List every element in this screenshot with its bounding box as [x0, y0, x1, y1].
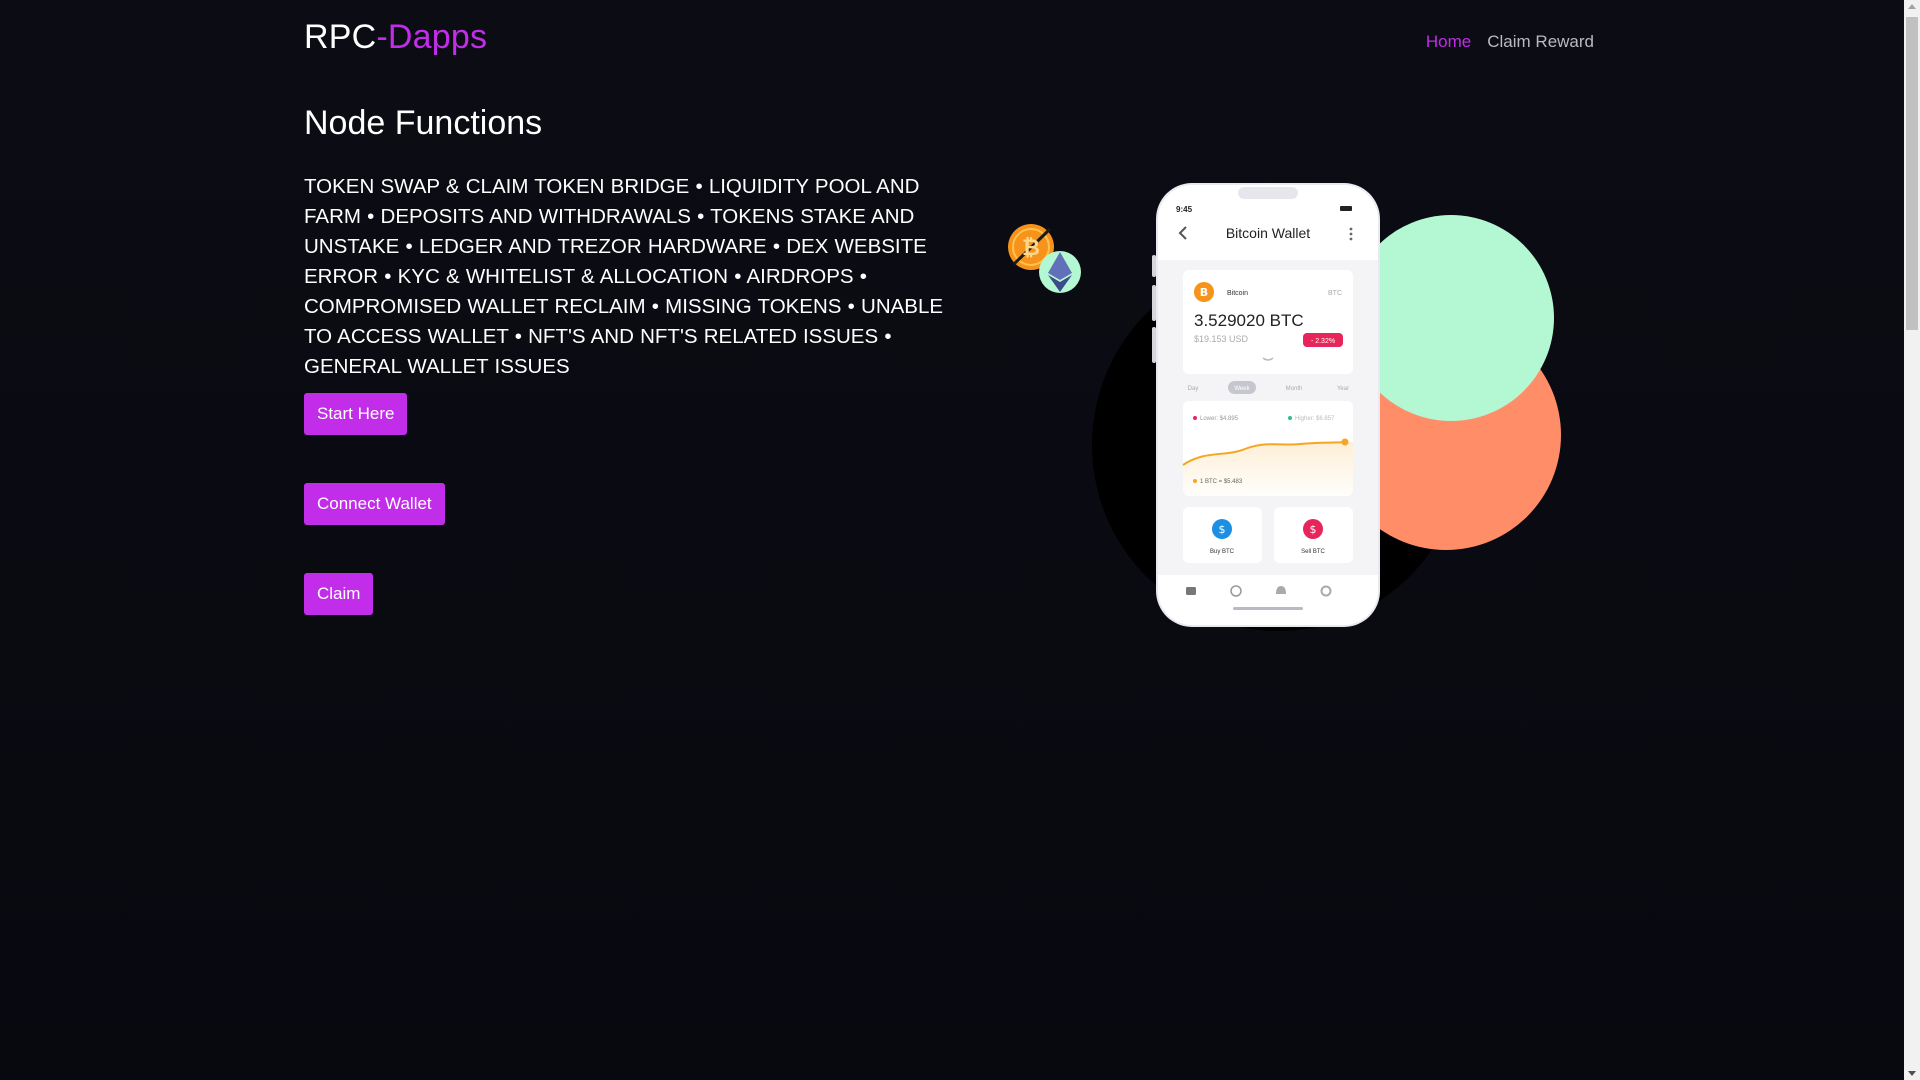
lower-price: Lower: $4.895: [1200, 416, 1239, 422]
higher-price: Higher: $6.857: [1295, 416, 1335, 422]
balance-amount: 3.529020 BTC: [1194, 311, 1304, 330]
nav-link-home[interactable]: Home: [1426, 32, 1471, 52]
nav-link-claim-reward[interactable]: Claim Reward: [1487, 32, 1594, 52]
more-vertical-icon: [1349, 227, 1353, 241]
buy-btc-label: Buy BTC: [1210, 549, 1235, 555]
page: RPC-Dapps Home Claim Reward Node Functio…: [0, 0, 1904, 1080]
start-here-button[interactable]: Start Here: [304, 393, 408, 435]
brand-prefix: RPC: [304, 18, 377, 56]
claim-button[interactable]: Claim: [304, 573, 374, 615]
wallet-illustration: ₿ 9:45 Bitcoin Wallet B Bitcoin BTC 3.52…: [1008, 183, 1561, 631]
period-week: Week: [1234, 386, 1250, 392]
page-title: Node Functions: [304, 104, 543, 142]
connect-wallet-button[interactable]: Connect Wallet: [304, 483, 445, 525]
period-day: Day: [1188, 386, 1199, 392]
navbar: RPC-Dapps Home Claim Reward: [304, 18, 1594, 62]
coin-name: Bitcoin: [1227, 290, 1248, 297]
svg-text:₿: ₿: [1022, 236, 1040, 261]
svg-text:$: $: [1310, 523, 1317, 536]
change-badge: - 2.32%: [1311, 338, 1335, 345]
phone-mockup: 9:45 Bitcoin Wallet B Bitcoin BTC 3.5290…: [1152, 183, 1380, 627]
phone-time: 9:45: [1176, 205, 1193, 214]
scrollbar-thumb[interactable]: [1906, 17, 1918, 330]
scroll-down-arrow-icon[interactable]: [1908, 1071, 1916, 1076]
sell-btc-label: Sell BTC: [1301, 549, 1325, 555]
svg-text:$: $: [1219, 523, 1226, 536]
brand-suffix: -Dapps: [376, 18, 488, 56]
services-description: TOKEN SWAP & CLAIM TOKEN BRIDGE • LIQUID…: [304, 175, 944, 378]
page-scrollbar[interactable]: [1904, 0, 1920, 1080]
coin-ticker: BTC: [1328, 290, 1342, 297]
btc-rate: 1 BTC = $5.483: [1200, 479, 1243, 485]
nav-links: Home Claim Reward: [1426, 32, 1594, 52]
svg-text:B: B: [1200, 286, 1208, 299]
period-month: Month: [1286, 386, 1303, 392]
ethereum-coin-icon: [1039, 251, 1081, 293]
wallet-icon: [1186, 587, 1196, 595]
period-year: Year: [1337, 386, 1349, 392]
phone-title: Bitcoin Wallet: [1226, 225, 1310, 241]
scroll-up-arrow-icon[interactable]: [1908, 4, 1916, 9]
brand-logo[interactable]: RPC-Dapps: [304, 18, 487, 57]
balance-usd: $19.153 USD: [1194, 334, 1249, 344]
